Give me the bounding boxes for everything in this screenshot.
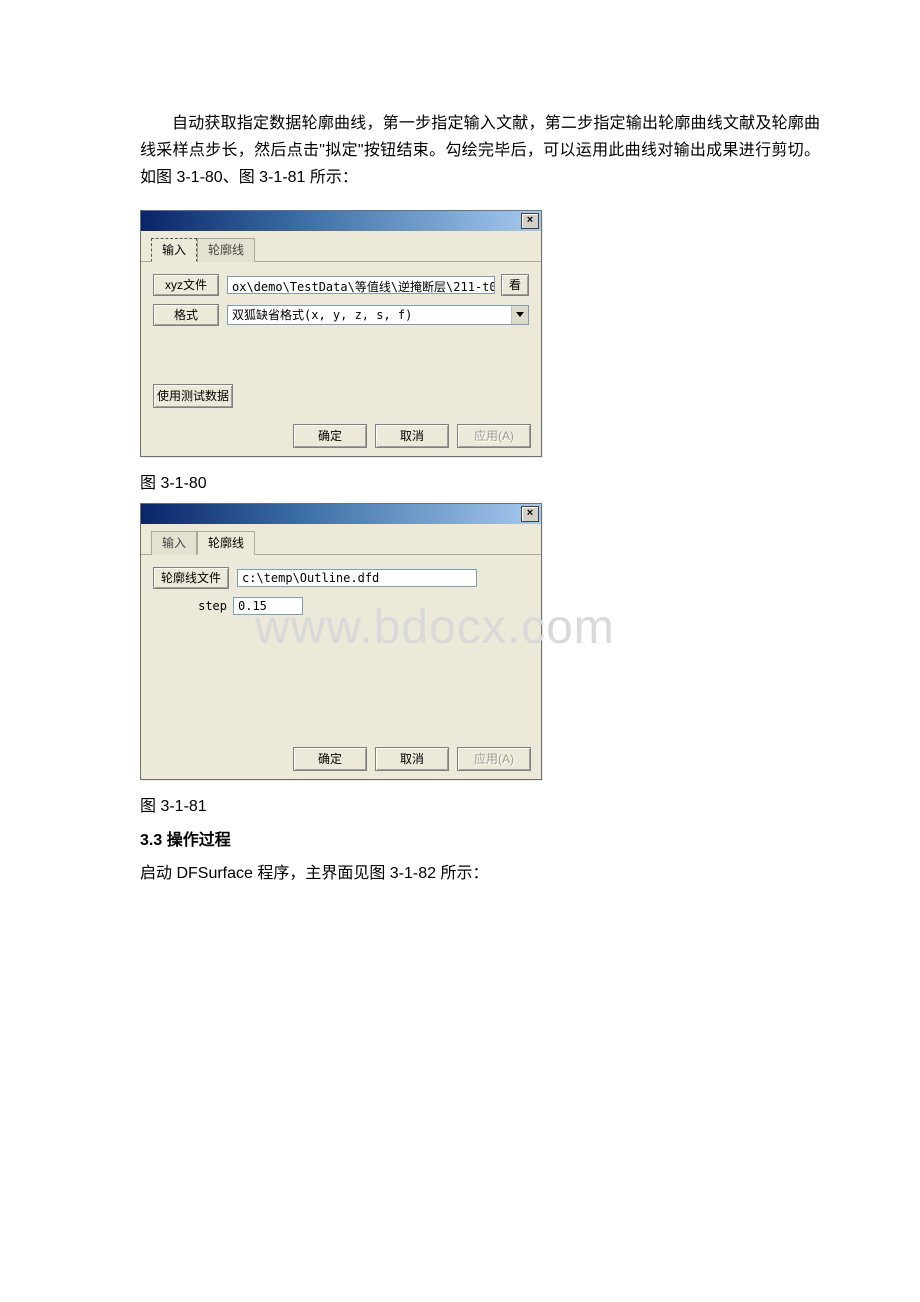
ok-button[interactable]: 确定 <box>293 424 367 448</box>
dialog-outline: × 输入 轮廓线 轮廓线文件 c:\temp\Outline.dfd step … <box>140 503 542 780</box>
step-label: step <box>153 599 233 613</box>
row-xyz: xyz文件 ox\demo\TestData\等值线\逆掩断层\211-t0.d… <box>153 274 529 296</box>
apply-button[interactable]: 应用(A) <box>457 424 531 448</box>
cancel-button[interactable]: 取消 <box>375 747 449 771</box>
close-icon[interactable]: × <box>521 506 539 522</box>
use-test-data-button[interactable]: 使用测试数据 <box>153 384 233 408</box>
document-page: 自动获取指定数据轮廓曲线，第一步指定输入文献，第二步指定输出轮廓曲线文献及轮廓曲… <box>0 0 920 1105</box>
step-input[interactable]: 0.15 <box>233 597 303 615</box>
tab-strip: 输入 轮廓线 <box>141 231 541 262</box>
tab-input[interactable]: 输入 <box>151 238 197 262</box>
format-button[interactable]: 格式 <box>153 304 219 326</box>
dialog-button-row: 确定 取消 应用(A) <box>141 741 541 779</box>
cancel-button[interactable]: 取消 <box>375 424 449 448</box>
dialog-input: × 输入 轮廓线 xyz文件 ox\demo\TestData\等值线\逆掩断层… <box>140 210 542 457</box>
launch-paragraph: 启动 DFSurface 程序，主界面见图 3-1-82 所示： <box>140 860 820 887</box>
titlebar: × <box>141 504 541 524</box>
format-combo[interactable]: 双狐缺省格式(x, y, z, s, f) <box>227 305 529 325</box>
tab-outline[interactable]: 轮廓线 <box>197 531 255 555</box>
row-step: step 0.15 <box>153 597 529 615</box>
caption-81: 图 3-1-81 <box>140 792 820 816</box>
tab-body-outline: 轮廓线文件 c:\temp\Outline.dfd step 0.15 <box>141 555 541 741</box>
titlebar: × <box>141 211 541 231</box>
caption-80: 图 3-1-80 <box>140 469 820 493</box>
close-icon[interactable]: × <box>521 213 539 229</box>
tab-body-input: xyz文件 ox\demo\TestData\等值线\逆掩断层\211-t0.d… <box>141 262 541 418</box>
tab-input[interactable]: 输入 <box>151 531 197 555</box>
row-outline-file: 轮廓线文件 c:\temp\Outline.dfd <box>153 567 529 589</box>
outline-file-input[interactable]: c:\temp\Outline.dfd <box>237 569 477 587</box>
outline-file-button[interactable]: 轮廓线文件 <box>153 567 229 589</box>
xyz-file-input[interactable]: ox\demo\TestData\等值线\逆掩断层\211-t0.dfd <box>227 276 495 294</box>
section-title-3-3: 3.3 操作过程 <box>140 826 820 850</box>
tab-outline[interactable]: 轮廓线 <box>197 238 255 262</box>
tab-strip: 输入 轮廓线 <box>141 524 541 555</box>
xyz-file-button[interactable]: xyz文件 <box>153 274 219 296</box>
ok-button[interactable]: 确定 <box>293 747 367 771</box>
intro-paragraph: 自动获取指定数据轮廓曲线，第一步指定输入文献，第二步指定输出轮廓曲线文献及轮廓曲… <box>140 110 820 192</box>
chevron-down-icon[interactable] <box>511 306 528 324</box>
dialog-button-row: 确定 取消 应用(A) <box>141 418 541 456</box>
view-button[interactable]: 看 <box>501 274 529 296</box>
format-combo-text: 双狐缺省格式(x, y, z, s, f) <box>228 306 511 324</box>
apply-button[interactable]: 应用(A) <box>457 747 531 771</box>
row-format: 格式 双狐缺省格式(x, y, z, s, f) <box>153 304 529 326</box>
